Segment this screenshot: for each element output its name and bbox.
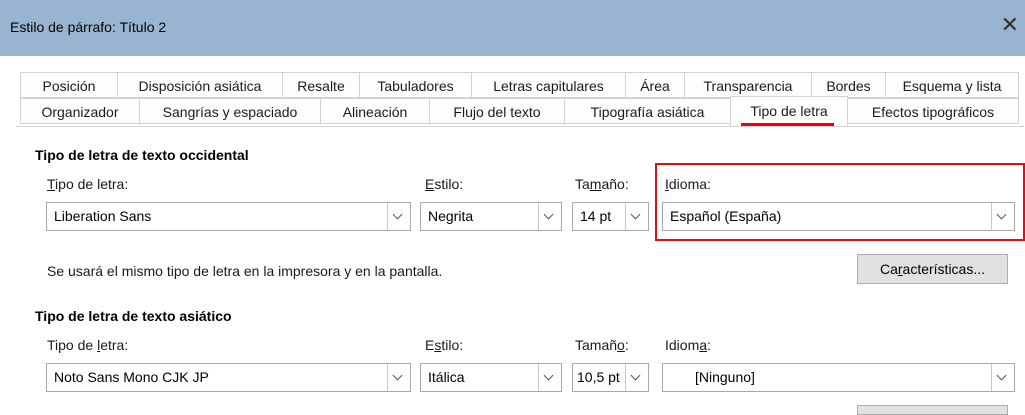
tab-disposicion-asiatica[interactable]: Disposición asiática (117, 72, 283, 98)
western-font-value: Liberation Sans (54, 208, 152, 224)
chevron-down-icon[interactable] (387, 364, 410, 391)
western-heading: Tipo de letra de texto occidental (35, 147, 249, 163)
western-style-label: Estilo: (425, 176, 464, 192)
tab-transparencia[interactable]: Transparencia (684, 72, 812, 98)
western-font-label: Tipo de letra: (47, 176, 129, 192)
tab-sangrias-y-espaciado[interactable]: Sangrías y espaciado (139, 98, 321, 124)
asian-language-value: [Ninguno] (695, 369, 755, 385)
asian-features-button[interactable] (857, 405, 1008, 415)
tab-esquema-y-lista[interactable]: Esquema y lista (885, 72, 1019, 98)
asian-style-combo[interactable]: Itálica (420, 363, 562, 392)
western-size-value: 14 pt (580, 208, 612, 224)
asian-font-value: Noto Sans Mono CJK JP (54, 369, 209, 385)
asian-size-label: Tamaño: (575, 337, 629, 353)
tab-alineacion[interactable]: Alineación (320, 98, 430, 124)
western-style-combo[interactable]: Negrita (420, 202, 562, 231)
title-bar: Estilo de párrafo: Título 2 ✕ (0, 0, 1025, 56)
asian-font-combo[interactable]: Noto Sans Mono CJK JP (46, 363, 411, 392)
tab-resalte[interactable]: Resalte (282, 72, 360, 98)
western-style-value: Negrita (428, 208, 474, 224)
language-highlight-box (655, 163, 1025, 241)
western-size-combo[interactable]: 14 pt (572, 202, 649, 231)
asian-font-label: Tipo de letra: (47, 337, 129, 353)
asian-language-label: Idioma: (665, 337, 711, 353)
printer-screen-note: Se usará el mismo tipo de letra en la im… (47, 263, 443, 279)
western-font-combo[interactable]: Liberation Sans (46, 202, 411, 231)
tab-flujo-del-texto[interactable]: Flujo del texto (429, 98, 565, 124)
chevron-down-icon[interactable] (387, 203, 410, 230)
tab-posicion[interactable]: Posición (20, 72, 118, 98)
chevron-down-icon[interactable] (538, 364, 561, 391)
chevron-down-icon[interactable] (625, 364, 648, 391)
western-size-label: Tamaño: (575, 176, 629, 192)
tab-tipografia-asiatica[interactable]: Tipografía asiática (564, 98, 731, 124)
chevron-down-icon[interactable] (991, 364, 1014, 391)
asian-style-label: Estilo: (425, 337, 464, 353)
asian-language-combo[interactable]: [Ninguno] (662, 363, 1015, 392)
tab-efectos-tipograficos[interactable]: Efectos tipográficos (847, 98, 1019, 124)
asian-size-combo[interactable]: 10,5 pt (572, 363, 649, 392)
chevron-down-icon[interactable] (625, 203, 648, 230)
window-title: Estilo de párrafo: Título 2 (10, 19, 167, 35)
asian-heading: Tipo de letra de texto asiático (35, 308, 232, 324)
asian-style-value: Itálica (428, 369, 465, 385)
tab-organizador[interactable]: Organizador (20, 98, 140, 124)
tab-letras-capitulares[interactable]: Letras capitulares (471, 72, 626, 98)
asian-size-value: 10,5 pt (577, 369, 620, 385)
close-icon[interactable]: ✕ (1001, 14, 1019, 36)
features-button[interactable]: Características... (857, 254, 1008, 284)
tab-area[interactable]: Área (625, 72, 685, 98)
tab-tabuladores[interactable]: Tabuladores (359, 72, 472, 98)
chevron-down-icon[interactable] (538, 203, 561, 230)
tab-bordes[interactable]: Bordes (811, 72, 886, 98)
